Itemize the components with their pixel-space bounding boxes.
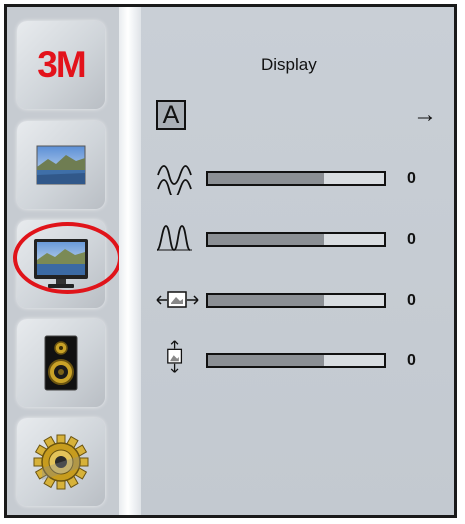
horizontal-position-icon: [156, 291, 199, 308]
vertical-position-slider-fill: [208, 355, 325, 366]
clock-slider-fill: [208, 173, 325, 184]
gear-icon: [33, 434, 89, 490]
sidebar-item-picture[interactable]: [17, 121, 105, 209]
phase-slider[interactable]: [206, 232, 386, 247]
phase-slider-fill: [208, 234, 325, 245]
vertical-position-icon: [167, 340, 183, 373]
speaker-icon: [44, 335, 78, 391]
3m-logo: 3M: [37, 44, 86, 85]
osd-menu: 3M Display A → 0 0 0 0: [4, 4, 457, 518]
right-arrow-icon[interactable]: →: [413, 101, 437, 129]
phase-value: 0: [407, 231, 416, 248]
horizontal-position-slider[interactable]: [206, 293, 386, 308]
horizontal-position-value: 0: [407, 292, 416, 309]
vertical-position-slider[interactable]: [206, 353, 386, 368]
settings-panel: [141, 7, 454, 515]
vertical-position-value: 0: [407, 352, 416, 369]
selection-highlight-ring: [13, 222, 122, 294]
page-title: Display: [261, 55, 317, 74]
sidebar-item-audio[interactable]: [17, 319, 105, 407]
auto-adjust-button[interactable]: A: [156, 100, 186, 130]
picture-icon: [36, 145, 86, 185]
sidebar-divider: [119, 7, 141, 515]
horizontal-position-slider-fill: [208, 295, 325, 306]
auto-adjust-label: A: [162, 100, 180, 129]
clock-icon: [157, 165, 192, 195]
brand-tile: 3M: [17, 21, 105, 109]
sidebar-item-settings[interactable]: [17, 418, 105, 506]
clock-value: 0: [407, 170, 416, 187]
clock-slider[interactable]: [206, 171, 386, 186]
phase-icon: [156, 225, 192, 251]
